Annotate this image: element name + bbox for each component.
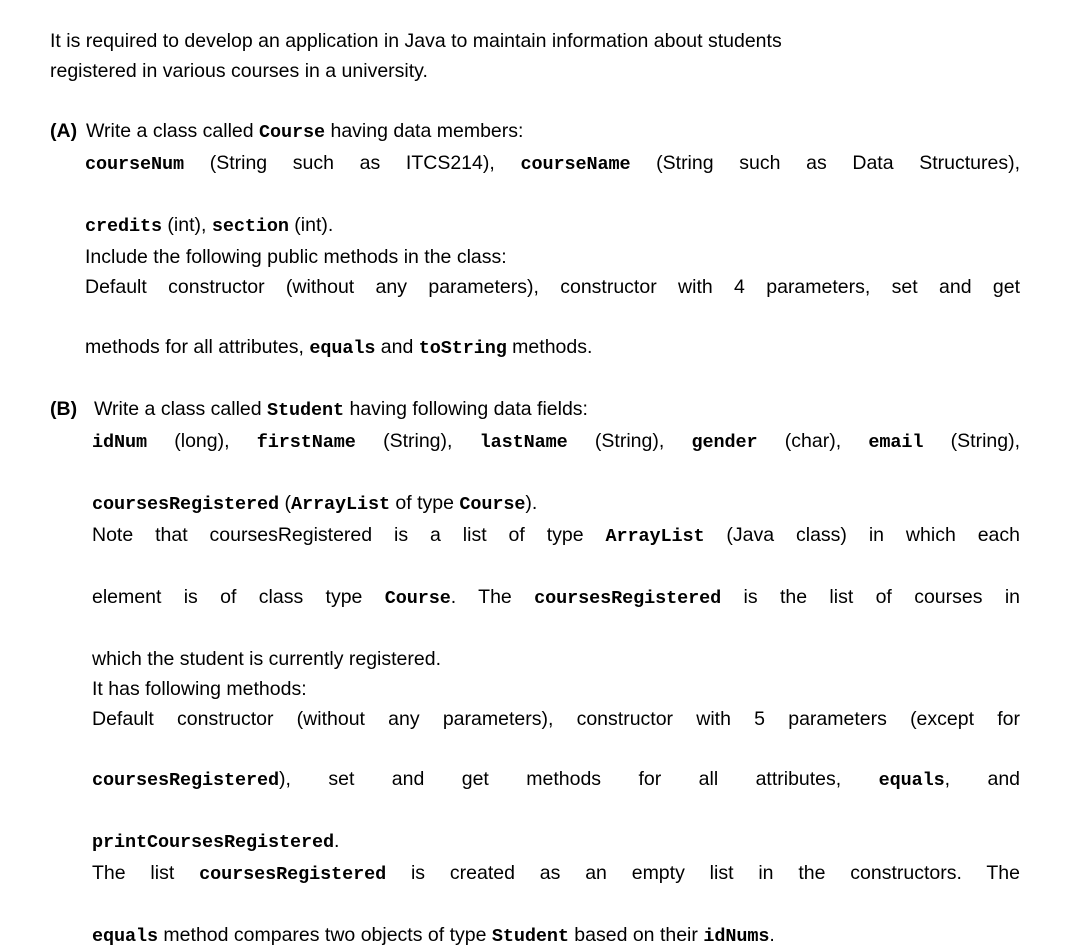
text-line-b11: The list coursesRegistered is created as… [50,858,1020,920]
code-identifier: ArrayList [290,494,390,515]
text-run: element is of class type [92,586,385,608]
code-identifier: Course [259,122,326,143]
code-identifier: toString [418,338,507,359]
text-run: Write a class called [86,120,260,142]
question-spacer [50,364,1020,394]
text-line-b6: which the student is currently registere… [50,644,1020,674]
code-identifier: courseNum [85,154,185,175]
text-run: Write a class called [94,398,268,420]
code-identifier: courseName [520,154,631,175]
text-line-b8: Default constructor (without any paramet… [50,704,1020,764]
text-run: . [769,924,775,946]
text-run: (String), [355,430,480,452]
text-run: of type [389,492,460,514]
question-label-b: (B) [50,398,78,420]
text-run: (long), [147,430,257,452]
question-body-b: Write a class called Student having foll… [50,394,1020,952]
text-line-b12: equals method compares two objects of ty… [50,920,1020,952]
code-identifier: ArrayList [605,526,705,547]
text-run: is the list of courses in [721,586,1021,608]
text-line-b7: It has following methods: [50,674,1020,704]
text-run: (Java class) in which each [704,524,1020,546]
text-run: (int). [288,214,334,236]
text-run: Default constructor (without any paramet… [85,276,1020,298]
text-run: Note that coursesRegistered is a list of… [92,524,606,546]
question-body-a: Write a class called Course having data … [50,116,1020,364]
code-identifier: coursesRegistered [92,494,280,515]
text-line-a2: courseNum (String such as ITCS214), cour… [50,148,1020,210]
text-run: It has following methods: [92,678,307,700]
text-run: (String), [567,430,692,452]
text-run: having data members: [325,120,524,142]
text-run: (String such as ITCS214), [184,152,521,174]
question-label-a: (A) [50,120,78,142]
text-run: . The [450,586,535,608]
text-line-b5: element is of class type Course. The cou… [50,582,1020,644]
intro-paragraph: It is required to develop an application… [50,26,1020,86]
text-run: and [375,336,419,358]
code-identifier: firstName [256,432,356,453]
code-identifier: equals [878,770,945,791]
text-run: ( [279,492,291,514]
code-identifier: coursesRegistered [199,864,387,885]
code-identifier: gender [691,432,758,453]
text-run: which the student is currently registere… [92,648,442,670]
text-run: ). [525,492,538,514]
code-identifier: coursesRegistered [534,588,722,609]
document-page: It is required to develop an application… [0,0,1076,947]
intro-line-2: registered in various courses in a unive… [50,60,428,82]
text-line-b4: Note that coursesRegistered is a list of… [50,520,1020,582]
code-identifier: section [211,216,289,237]
code-identifier: printCoursesRegistered [92,832,335,853]
text-run: having following data fields: [344,398,588,420]
question-block-b: (B) Write a class called Student having … [50,394,1020,952]
text-run: . [334,830,340,852]
text-run: The list [92,862,200,884]
code-identifier: Course [459,494,526,515]
text-line-b2: idNum (long), firstName (String), lastNa… [50,426,1020,488]
text-run: (char), [757,430,869,452]
text-run: , and [944,768,1021,790]
text-line-a3: credits (int), section (int). [50,210,1020,242]
text-run: ), set and get methods for all attribute… [279,768,879,790]
code-identifier: coursesRegistered [92,770,280,791]
question-block-a: (A) Write a class called Course having d… [50,116,1020,364]
code-identifier: equals [309,338,376,359]
code-identifier: credits [85,216,163,237]
text-line-b1: Write a class called Student having foll… [50,394,1020,426]
code-identifier: idNums [703,926,770,947]
text-run: methods for all attributes, [85,336,310,358]
text-run: (String such as Data Structures), [630,152,1020,174]
text-run: Include the following public methods in … [85,246,507,268]
text-line-a6: methods for all attributes, equals and t… [50,332,1020,364]
text-run: based on their [568,924,704,946]
text-run: (int), [162,214,212,236]
text-line-b3: coursesRegistered (ArrayList of type Cou… [50,488,1020,520]
intro-line-1: It is required to develop an application… [50,30,782,52]
text-line-b9: coursesRegistered), set and get methods … [50,764,1020,826]
text-run: is created as an empty list in the const… [386,862,1020,884]
code-identifier: lastName [479,432,568,453]
code-identifier: equals [92,926,159,947]
text-line-a1: Write a class called Course having data … [50,116,1020,148]
text-line-b10: printCoursesRegistered. [50,826,1020,858]
text-run: (String), [923,430,1020,452]
text-run: methods. [506,336,593,358]
code-identifier: Course [384,588,451,609]
text-run: Default constructor (without any paramet… [92,708,1020,730]
code-identifier: email [868,432,924,453]
text-run: method compares two objects of type [158,924,492,946]
code-identifier: Student [267,400,345,421]
text-line-a5: Default constructor (without any paramet… [50,272,1020,332]
code-identifier: idNum [92,432,148,453]
text-line-a4: Include the following public methods in … [50,242,1020,272]
code-identifier: Student [491,926,569,947]
